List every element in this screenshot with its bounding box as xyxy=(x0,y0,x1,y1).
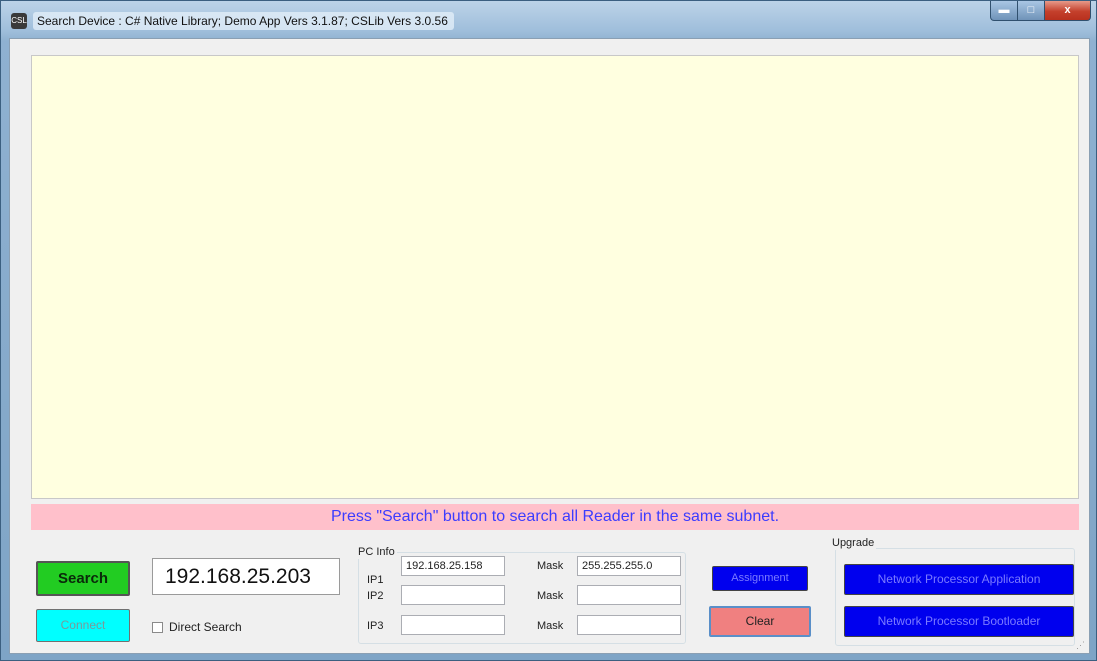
upgrade-application-button[interactable]: Network Processor Application xyxy=(844,564,1074,595)
ip2-field[interactable] xyxy=(401,585,505,605)
device-ip-input[interactable]: 192.168.25.203 xyxy=(152,558,340,595)
mask3-label: Mask xyxy=(537,620,564,632)
mask2-label: Mask xyxy=(537,590,564,602)
ip1-label: IP1 xyxy=(367,574,384,586)
ip2-label: IP2 xyxy=(367,590,384,602)
ip3-field[interactable] xyxy=(401,615,505,635)
mask1-label: Mask xyxy=(537,560,564,572)
upgrade-bootloader-button[interactable]: Network Processor Bootloader xyxy=(844,606,1074,637)
assignment-button[interactable]: Assignment xyxy=(712,566,808,591)
caption-buttons: ▬ □ x xyxy=(990,1,1091,23)
app-window: CSL Search Device : C# Native Library; D… xyxy=(0,0,1097,661)
mask3-field[interactable] xyxy=(577,615,681,635)
pc-info-title: PC Info xyxy=(356,546,397,559)
clear-button[interactable]: Clear xyxy=(709,606,811,637)
upgrade-title: Upgrade xyxy=(830,537,877,550)
status-message: Press "Search" button to search all Read… xyxy=(31,504,1079,530)
resize-grip-icon[interactable]: ⋰ xyxy=(1076,640,1086,650)
window-title: Search Device : C# Native Library; Demo … xyxy=(33,12,454,30)
mask1-field[interactable]: 255.255.255.0 xyxy=(577,556,681,576)
mask2-field[interactable] xyxy=(577,585,681,605)
maximize-button[interactable]: □ xyxy=(1018,1,1045,21)
client-area: Press "Search" button to search all Read… xyxy=(9,38,1090,654)
minimize-button[interactable]: ▬ xyxy=(990,1,1018,21)
title-bar[interactable]: CSL Search Device : C# Native Library; D… xyxy=(1,1,1097,37)
close-button[interactable]: x xyxy=(1045,1,1091,21)
direct-search-checkbox[interactable] xyxy=(152,622,163,633)
direct-search-label[interactable]: Direct Search xyxy=(169,619,242,635)
ip3-label: IP3 xyxy=(367,620,384,632)
connect-button[interactable]: Connect xyxy=(36,609,130,642)
search-button[interactable]: Search xyxy=(36,561,130,596)
search-results-list[interactable] xyxy=(31,55,1079,499)
app-logo-icon: CSL xyxy=(11,13,27,29)
ip1-field[interactable]: 192.168.25.158 xyxy=(401,556,505,576)
